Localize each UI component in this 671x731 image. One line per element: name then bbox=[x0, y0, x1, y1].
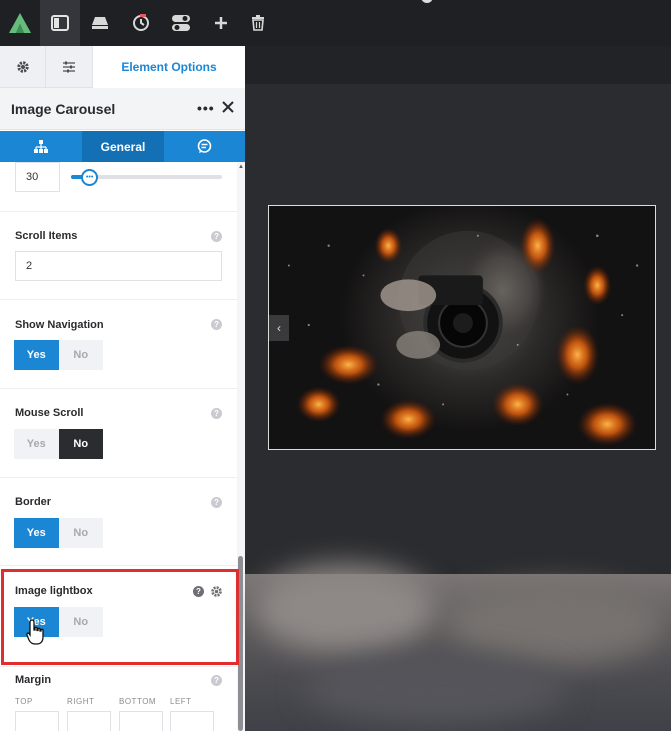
history-icon[interactable] bbox=[121, 0, 161, 46]
show-navigation-yes-button[interactable]: Yes bbox=[14, 340, 59, 370]
tab-settings[interactable] bbox=[0, 46, 46, 88]
divider bbox=[0, 565, 237, 566]
show-navigation-toggle: Yes No bbox=[14, 340, 103, 370]
avada-logo-icon[interactable] bbox=[0, 0, 40, 46]
sidebar-toggle-icon[interactable] bbox=[40, 0, 80, 46]
image-lightbox-label: Image lightbox bbox=[15, 585, 93, 597]
help-icon[interactable]: ? bbox=[211, 319, 222, 330]
image-lightbox-no-button[interactable]: No bbox=[58, 607, 103, 637]
divider bbox=[0, 211, 237, 212]
margin-top-input[interactable] bbox=[15, 711, 59, 731]
margin-label: Margin bbox=[15, 674, 52, 686]
tab-sliders[interactable] bbox=[46, 46, 93, 88]
slider-value-input[interactable]: 30 bbox=[15, 162, 60, 192]
cloud-shape bbox=[255, 564, 435, 654]
margin-bottom-label: BOTTOM bbox=[119, 697, 157, 706]
panel-title: Image Carousel bbox=[11, 101, 116, 117]
tab-element-options[interactable]: Element Options bbox=[93, 46, 245, 88]
show-navigation-label: Show Navigation bbox=[15, 319, 104, 331]
more-options-icon[interactable]: ••• bbox=[197, 100, 215, 116]
tab-extras[interactable] bbox=[164, 131, 245, 162]
slider-handle[interactable]: ••• bbox=[81, 169, 99, 186]
panel-tabs: Element Options bbox=[0, 46, 245, 88]
toggles-icon[interactable] bbox=[161, 0, 201, 46]
carousel-photo bbox=[287, 217, 639, 447]
sitemap-icon bbox=[34, 140, 48, 153]
plus-icon[interactable] bbox=[201, 0, 241, 46]
scroll-items-input[interactable]: 2 bbox=[15, 251, 222, 281]
tab-design[interactable] bbox=[0, 131, 82, 162]
scroll-items-label: Scroll Items bbox=[15, 230, 78, 242]
divider bbox=[0, 477, 237, 478]
section-tabs: General bbox=[0, 131, 245, 162]
border-yes-button[interactable]: Yes bbox=[14, 518, 59, 548]
carousel-prev-button[interactable]: ‹ bbox=[269, 315, 289, 341]
mouse-scroll-yes-button[interactable]: Yes bbox=[14, 429, 59, 459]
margin-left-input[interactable] bbox=[170, 711, 214, 731]
margin-bottom-input[interactable] bbox=[119, 711, 163, 731]
divider bbox=[0, 666, 237, 667]
toolbar-indicator bbox=[421, 0, 433, 3]
tab-general[interactable]: General bbox=[82, 131, 164, 162]
margin-left-label: LEFT bbox=[170, 697, 192, 706]
cloud-shape bbox=[445, 584, 665, 664]
hand-cursor-icon bbox=[26, 618, 46, 646]
show-navigation-no-button[interactable]: No bbox=[58, 340, 103, 370]
top-toolbar bbox=[0, 0, 671, 46]
help-icon[interactable]: ? bbox=[211, 675, 222, 686]
margin-right-label: RIGHT bbox=[67, 697, 95, 706]
mouse-scroll-label: Mouse Scroll bbox=[15, 407, 84, 419]
border-toggle: Yes No bbox=[14, 518, 103, 548]
sliders-icon bbox=[63, 61, 75, 73]
help-icon[interactable]: ? bbox=[193, 586, 204, 597]
background-clouds-image bbox=[245, 564, 671, 731]
image-carousel-preview[interactable] bbox=[268, 205, 656, 450]
cloud-shape bbox=[305, 654, 565, 724]
divider bbox=[0, 299, 237, 300]
canvas-top-strip bbox=[245, 46, 671, 84]
mouse-scroll-no-button[interactable]: No bbox=[58, 429, 103, 459]
scroll-up-arrow-icon[interactable]: ▲ bbox=[238, 164, 244, 170]
margin-top-label: TOP bbox=[15, 697, 33, 706]
trash-icon[interactable] bbox=[238, 0, 278, 46]
margin-right-input[interactable] bbox=[67, 711, 111, 731]
panel-header: Image Carousel ••• bbox=[0, 88, 245, 130]
mouse-scroll-toggle: Yes No bbox=[14, 429, 103, 459]
help-icon[interactable]: ? bbox=[211, 231, 222, 242]
layout-icon[interactable] bbox=[80, 0, 120, 46]
gear-icon[interactable] bbox=[210, 585, 223, 598]
border-no-button[interactable]: No bbox=[58, 518, 103, 548]
close-icon[interactable] bbox=[220, 98, 236, 116]
border-label: Border bbox=[15, 496, 52, 508]
chat-bubble-icon bbox=[197, 139, 212, 153]
divider bbox=[0, 388, 237, 389]
help-icon[interactable]: ? bbox=[211, 497, 222, 508]
help-icon[interactable]: ? bbox=[211, 408, 222, 419]
gear-icon bbox=[16, 61, 29, 73]
